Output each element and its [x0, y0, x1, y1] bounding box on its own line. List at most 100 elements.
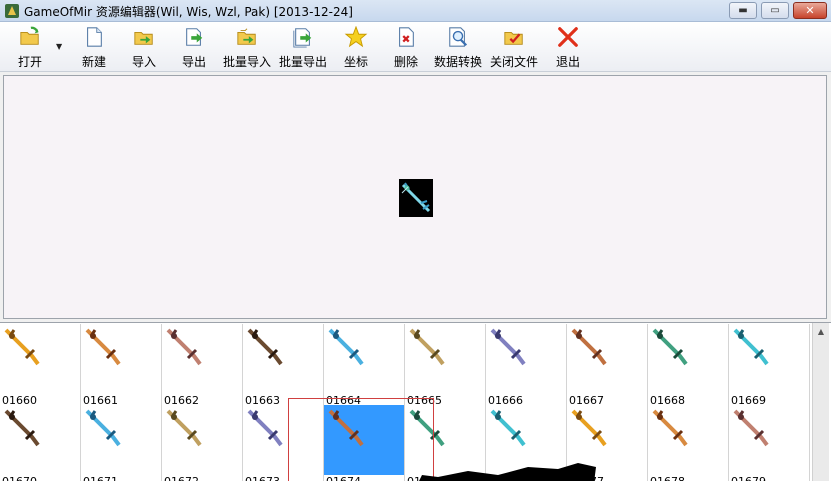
new-label: 新建: [81, 55, 106, 69]
minimize-button[interactable]: ▬: [729, 2, 757, 19]
thumbnail-label: 01674: [326, 475, 361, 481]
thumbnail-cell[interactable]: 01673: [243, 405, 324, 481]
thumbnail-image-area: [648, 405, 728, 475]
weapon-sprite-icon: [247, 328, 283, 366]
maximize-icon: ▭: [770, 5, 780, 16]
weapon-sprite-icon: [409, 409, 445, 447]
overflow-sprite-silhouette: [419, 463, 596, 481]
weapon-sprite-icon: [733, 409, 769, 447]
weapon-sprite-icon: [166, 328, 202, 366]
batch-export-icon: [293, 28, 312, 48]
import-button[interactable]: 导入: [116, 26, 172, 70]
thumbnail-image-area: [567, 324, 647, 394]
open-folder-icon: [20, 26, 39, 45]
thumbnail-cell[interactable]: 01664: [324, 324, 405, 407]
import-label: 导入: [131, 55, 156, 69]
import-icon: [134, 31, 153, 45]
thumbnail-image-area: [162, 324, 242, 394]
thumbnail-image-area: [405, 324, 485, 394]
batch-import-button[interactable]: 批量导入: [219, 26, 275, 70]
thumbnail-cell[interactable]: 01662: [162, 324, 243, 407]
thumbnail-cell[interactable]: 01672: [162, 405, 243, 481]
weapon-sprite-icon: [571, 409, 607, 447]
close-folder-icon: [504, 31, 523, 45]
weapon-sprite-icon: [733, 328, 769, 366]
weapon-sprite-icon: [4, 409, 40, 447]
minimize-icon: ▬: [738, 5, 748, 16]
thumbnail-image-area: [486, 324, 566, 394]
thumbnail-image-area: [324, 405, 404, 475]
open-label: 打开: [17, 55, 42, 69]
thumbnail-image-area: [81, 324, 161, 394]
weapon-sprite-icon: [490, 328, 526, 366]
export-button[interactable]: 导出: [166, 26, 222, 70]
thumbnail-label: 01673: [245, 475, 280, 481]
window-title: GameOfMir 资源编辑器(Wil, Wis, Wzl, Pak) [201…: [24, 5, 353, 19]
thumbnail-image-area: [648, 324, 728, 394]
exit-icon: [558, 27, 578, 47]
close-window-button[interactable]: ✕: [793, 2, 827, 19]
delete-button[interactable]: 删除: [378, 26, 434, 70]
weapon-sprite-icon: [4, 328, 40, 366]
preview-sprite-image: [399, 179, 433, 217]
open-dropdown-arrow-icon[interactable]: ▼: [56, 42, 62, 51]
new-button[interactable]: 新建: [66, 26, 122, 70]
maximize-button[interactable]: ▭: [761, 2, 789, 19]
exit-button[interactable]: 退出: [540, 26, 596, 70]
thumbnail-image-area: [162, 405, 242, 475]
thumbnail-cell[interactable]: 01660: [0, 324, 81, 407]
delete-label: 删除: [393, 55, 418, 69]
thumbnail-cell[interactable]: 01671: [81, 405, 162, 481]
thumbnail-cell[interactable]: 01679: [729, 405, 810, 481]
close-file-button[interactable]: 关闭文件: [486, 26, 542, 70]
thumbnail-label: 01672: [164, 475, 199, 481]
convert-button[interactable]: 数据转换: [430, 26, 486, 70]
title-bar: GameOfMir 资源编辑器(Wil, Wis, Wzl, Pak) [201…: [0, 0, 831, 22]
weapon-sprite-icon: [85, 409, 121, 447]
convert-label: 数据转换: [433, 55, 482, 69]
export-label: 导出: [181, 55, 206, 69]
thumbnail-cell[interactable]: 01665: [405, 324, 486, 407]
thumbnail-image-area: [324, 324, 404, 394]
weapon-sprite-icon: [328, 328, 364, 366]
thumbnail-cell[interactable]: 01663: [243, 324, 324, 407]
thumbnail-grid[interactable]: 01660 01661 01662 01663 01664 01665 01666 01667…: [0, 322, 831, 481]
weapon-sprite-icon: [85, 328, 121, 366]
weapon-sprite-icon: [409, 328, 445, 366]
thumbnail-cell[interactable]: 01661: [81, 324, 162, 407]
thumbnail-cell[interactable]: 01668: [648, 324, 729, 407]
delete-icon: [399, 27, 414, 47]
close-icon: ✕: [805, 4, 815, 17]
thumbnail-cell[interactable]: 01674: [324, 405, 405, 481]
thumbnail-cell[interactable]: 01667: [567, 324, 648, 407]
weapon-sprite-icon: [328, 409, 364, 447]
thumbnail-image-area: [0, 324, 80, 394]
open-button[interactable]: 打开: [2, 26, 58, 70]
grid-scrollbar[interactable]: ▲: [812, 323, 829, 481]
weapon-sprite-icon: [652, 328, 688, 366]
image-preview-panel[interactable]: [3, 75, 827, 319]
coords-button[interactable]: 坐标: [328, 26, 384, 70]
thumbnail-image-area: [729, 324, 809, 394]
batch-import-icon: [237, 28, 256, 45]
weapon-sprite-icon: [247, 409, 283, 447]
magnifier-icon: [449, 27, 468, 47]
weapon-sprite-icon: [652, 409, 688, 447]
star-icon: [344, 26, 368, 48]
thumbnail-cell[interactable]: 01670: [0, 405, 81, 481]
thumbnail-label: 01671: [83, 475, 118, 481]
thumbnail-label: 01670: [2, 475, 37, 481]
thumbnail-cell[interactable]: 01669: [729, 324, 810, 407]
close-file-label: 关闭文件: [489, 55, 538, 69]
batch-export-button[interactable]: 批量导出: [275, 26, 331, 70]
thumbnail-image-area: [0, 405, 80, 475]
weapon-sprite-icon: [571, 328, 607, 366]
weapon-sprite-icon: [166, 409, 202, 447]
scroll-up-arrow-icon[interactable]: ▲: [813, 323, 829, 339]
thumbnail-cell[interactable]: 01666: [486, 324, 567, 407]
app-icon: [5, 4, 19, 18]
thumbnail-image-area: [729, 405, 809, 475]
batch-export-label: 批量导出: [278, 55, 327, 69]
thumbnail-cell[interactable]: 01678: [648, 405, 729, 481]
thumbnail-image-area: [243, 324, 323, 394]
